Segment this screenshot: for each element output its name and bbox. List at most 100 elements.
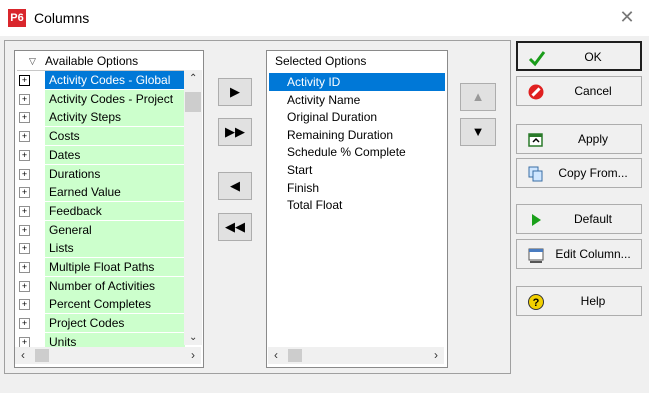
selected-option-row[interactable]: Activity ID bbox=[269, 73, 445, 91]
available-option-label: General bbox=[45, 220, 185, 239]
available-option-row[interactable]: + Percent Completes bbox=[15, 295, 185, 314]
available-option-row[interactable]: + Feedback bbox=[15, 201, 185, 221]
expand-icon[interactable]: + bbox=[19, 243, 30, 255]
available-option-row[interactable]: + Earned Value bbox=[15, 183, 185, 202]
selected-option-row[interactable]: Activity Name bbox=[269, 91, 445, 109]
available-option-row[interactable]: + Number of Activities bbox=[15, 276, 185, 296]
available-option-row[interactable]: + Activity Steps bbox=[15, 108, 185, 127]
copy-icon bbox=[528, 166, 543, 182]
default-button[interactable]: Default bbox=[516, 204, 642, 234]
available-option-label: Lists bbox=[45, 239, 185, 258]
scroll-right-icon[interactable]: › bbox=[434, 348, 438, 362]
expand-icon[interactable]: + bbox=[19, 187, 30, 199]
scroll-thumb[interactable] bbox=[185, 92, 201, 112]
available-option-row[interactable]: + Lists bbox=[15, 239, 185, 258]
scroll-left-icon[interactable]: ‹ bbox=[274, 348, 278, 362]
chevron-down-icon: ▽ bbox=[29, 56, 36, 66]
cancel-label: Cancel bbox=[574, 84, 612, 98]
selected-options-header: Selected Options bbox=[267, 51, 447, 71]
copy-from-button[interactable]: Copy From... bbox=[516, 158, 642, 188]
title-bar: P6 Columns ✕ bbox=[0, 0, 649, 36]
scroll-down-icon[interactable]: ⌄ bbox=[189, 332, 197, 343]
available-horizontal-scrollbar[interactable]: ‹ › bbox=[15, 347, 201, 364]
selected-option-row[interactable]: Remaining Duration bbox=[269, 126, 445, 144]
close-icon[interactable]: ✕ bbox=[617, 7, 637, 27]
selected-option-row[interactable]: Start bbox=[269, 161, 445, 179]
available-option-row[interactable]: + General bbox=[15, 220, 185, 240]
available-option-row[interactable]: + Dates bbox=[15, 145, 185, 165]
available-option-row[interactable]: + Activity Codes - Global bbox=[15, 71, 185, 90]
apply-icon bbox=[528, 133, 543, 147]
p6-app-icon: P6 bbox=[8, 9, 26, 27]
available-option-row[interactable]: + Activity Codes - Project bbox=[15, 89, 185, 109]
available-option-label: Earned Value bbox=[45, 183, 185, 202]
selected-horizontal-scrollbar[interactable]: ‹ › bbox=[268, 347, 444, 364]
move-up-button[interactable]: ▲ bbox=[460, 83, 496, 111]
scroll-thumb[interactable] bbox=[35, 349, 49, 362]
available-option-label: Feedback bbox=[45, 201, 185, 220]
expand-icon[interactable]: + bbox=[19, 149, 30, 161]
expand-icon[interactable]: + bbox=[19, 131, 30, 143]
available-option-row[interactable]: + Multiple Float Paths bbox=[15, 258, 185, 277]
window-title: Columns bbox=[34, 10, 90, 26]
help-label: Help bbox=[580, 294, 606, 308]
available-option-row[interactable]: + Project Codes bbox=[15, 314, 185, 333]
cancel-icon bbox=[528, 84, 544, 100]
available-option-label: Dates bbox=[45, 145, 185, 164]
available-option-label: Project Codes bbox=[45, 314, 185, 333]
scroll-right-icon[interactable]: › bbox=[191, 348, 195, 362]
available-vertical-scrollbar[interactable]: ⌃ ⌄ bbox=[184, 70, 202, 345]
selected-option-row[interactable]: Original Duration bbox=[269, 108, 445, 126]
selected-options-title: Selected Options bbox=[275, 54, 367, 68]
expand-icon[interactable]: + bbox=[19, 112, 30, 124]
available-option-row[interactable]: + Costs bbox=[15, 127, 185, 146]
selected-option-row[interactable]: Total Float bbox=[269, 196, 445, 214]
add-all-columns-button[interactable]: ▶▶ bbox=[218, 118, 252, 146]
expand-icon[interactable]: + bbox=[19, 280, 30, 292]
selected-option-row[interactable]: Finish bbox=[269, 179, 445, 197]
available-option-label: Activity Codes - Project bbox=[45, 89, 185, 108]
apply-button[interactable]: Apply bbox=[516, 124, 642, 154]
expand-icon[interactable]: + bbox=[19, 318, 30, 330]
selected-option-row[interactable]: Schedule % Complete bbox=[269, 143, 445, 161]
edit-column-button[interactable]: Edit Column... bbox=[516, 239, 642, 269]
available-options-header[interactable]: ▽ Available Options bbox=[17, 52, 201, 71]
available-option-label: Activity Codes - Global bbox=[45, 71, 185, 89]
cancel-button[interactable]: Cancel bbox=[516, 76, 642, 106]
copy-from-label: Copy From... bbox=[558, 166, 628, 180]
remove-all-columns-button[interactable]: ◀◀ bbox=[218, 213, 252, 241]
available-option-label: Activity Steps bbox=[45, 108, 185, 127]
help-icon: ? bbox=[528, 294, 544, 310]
available-option-row[interactable]: + Durations bbox=[15, 164, 185, 184]
svg-text:?: ? bbox=[533, 297, 540, 309]
scroll-left-icon[interactable]: ‹ bbox=[21, 348, 25, 362]
checkmark-icon bbox=[528, 51, 546, 67]
expand-icon[interactable]: + bbox=[19, 168, 30, 180]
available-option-label: Costs bbox=[45, 127, 185, 146]
available-options-title: Available Options bbox=[45, 54, 139, 68]
expand-icon[interactable]: + bbox=[19, 93, 30, 105]
selected-options-list[interactable]: Selected Options Activity ID Activity Nam… bbox=[266, 50, 448, 368]
expand-icon[interactable]: + bbox=[19, 205, 30, 217]
available-options-tree: + Activity Codes - Global + Activity Codes … bbox=[15, 71, 203, 393]
expand-icon[interactable]: + bbox=[19, 299, 30, 311]
available-option-label: Number of Activities bbox=[45, 276, 185, 295]
available-option-label: Percent Completes bbox=[45, 295, 185, 314]
default-label: Default bbox=[573, 212, 613, 226]
add-column-button[interactable]: ▶ bbox=[218, 78, 252, 106]
ok-button[interactable]: OK bbox=[516, 41, 642, 71]
move-down-button[interactable]: ▼ bbox=[460, 118, 496, 146]
help-button[interactable]: ? Help bbox=[516, 286, 642, 316]
apply-label: Apply bbox=[577, 132, 609, 146]
expand-icon[interactable]: + bbox=[19, 75, 30, 86]
available-options-list[interactable]: ▽ Available Options + Activity Codes - Gl… bbox=[14, 50, 204, 368]
expand-icon[interactable]: + bbox=[19, 262, 30, 273]
edit-column-icon bbox=[528, 248, 544, 263]
available-option-label: Multiple Float Paths bbox=[45, 258, 185, 276]
expand-icon[interactable]: + bbox=[19, 224, 30, 236]
scroll-up-icon[interactable]: ⌃ bbox=[189, 73, 197, 84]
play-icon bbox=[532, 214, 541, 226]
scroll-thumb[interactable] bbox=[288, 349, 302, 362]
remove-column-button[interactable]: ◀ bbox=[218, 172, 252, 200]
ok-label: OK bbox=[584, 50, 602, 64]
